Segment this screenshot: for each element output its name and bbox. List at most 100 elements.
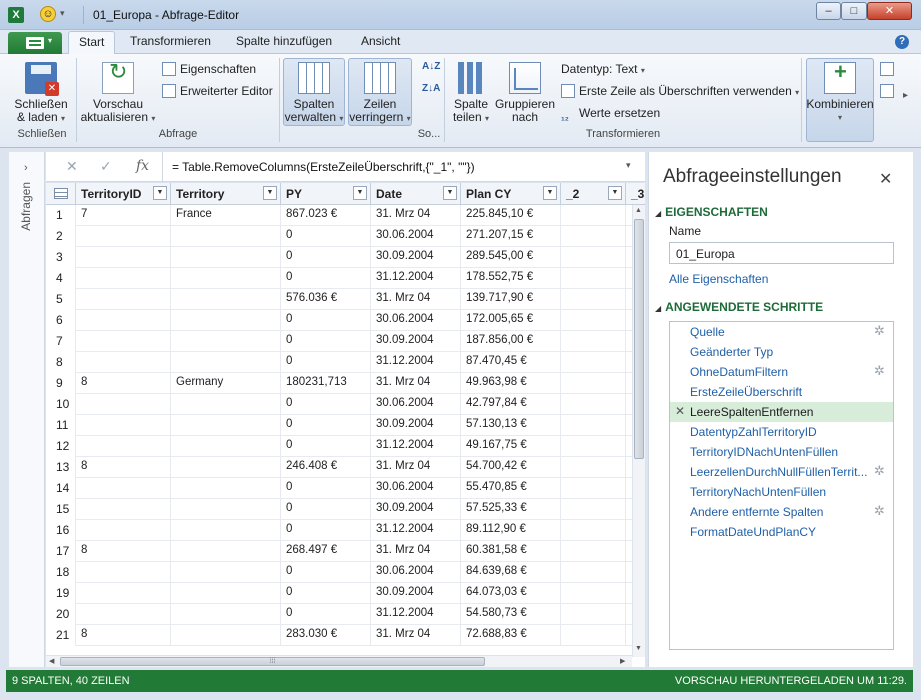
applied-steps-section-header[interactable]: ◢ ANGEWENDETE SCHRITTE [655,300,823,314]
table-cell[interactable]: 187.856,00 € [461,331,561,352]
applied-step[interactable]: Quelle ✲ [670,322,893,342]
all-properties-link[interactable]: Alle Eigenschaften [669,272,768,286]
table-row[interactable]: 5 576.036 €31. Mrz 04 139.717,90 € [46,289,645,310]
table-cell[interactable]: 84.639,68 € [461,562,561,583]
column-header[interactable]: _3 [626,183,645,205]
table-cell[interactable]: 576.036 € [281,289,371,310]
minimize-button[interactable]: – [816,2,841,20]
table-cell[interactable]: 0 [281,604,371,625]
table-row[interactable]: 7 0 30.09.2004 187.856,00 € [46,331,645,352]
table-cell[interactable] [76,289,171,310]
table-cell[interactable] [561,457,626,478]
table-cell[interactable] [561,310,626,331]
table-cell[interactable]: 42.797,84 € [461,394,561,415]
table-cell[interactable]: 31. Mrz 04 [371,289,461,310]
table-row[interactable]: 18 0 30.06.2004 84.639,68 € [46,562,645,583]
refresh-preview-button[interactable]: Vorschau aktualisieren ▾ [80,62,156,125]
close-and-load-button[interactable]: ✕ Schließen & laden ▾ [12,62,70,125]
table-row[interactable]: 12 0 31.12.2004 49.167,75 € [46,436,645,457]
table-cell[interactable]: 30.09.2004 [371,583,461,604]
chevron-down-icon[interactable]: ▾ [626,160,631,171]
table-cell[interactable] [561,499,626,520]
table-cell[interactable] [561,268,626,289]
table-cell[interactable]: 0 [281,520,371,541]
confirm-formula-icon[interactable]: ✓ [100,158,112,175]
column-header[interactable]: _2 ▼ [561,183,626,205]
table-cell[interactable]: 87.470,45 € [461,352,561,373]
table-cell[interactable]: 30.06.2004 [371,478,461,499]
applied-step[interactable]: Andere entfernte Spalten ✲ [670,502,893,522]
table-cell[interactable] [171,268,281,289]
horizontal-scrollbar[interactable]: ◀ ⁞⁞⁞ ▶ [46,655,632,667]
table-cell[interactable]: 246.408 € [281,457,371,478]
scroll-up-icon[interactable]: ▲ [635,207,642,214]
table-cell[interactable] [561,562,626,583]
applied-step[interactable]: OhneDatumFiltern ✲ [670,362,893,382]
table-cell[interactable] [171,415,281,436]
table-cell[interactable]: 31. Mrz 04 [371,205,461,226]
table-cell[interactable] [561,331,626,352]
table-cell[interactable]: 867.023 € [281,205,371,226]
table-cell[interactable] [171,289,281,310]
table-row[interactable]: 17 8 268.497 €31. Mrz 04 60.381,58 € [46,541,645,562]
table-cell[interactable]: 0 [281,352,371,373]
filter-dropdown-icon[interactable]: ▼ [443,186,457,200]
table-cell[interactable] [171,583,281,604]
file-menu-button[interactable]: ▾ [8,32,62,54]
table-cell[interactable]: 30.06.2004 [371,562,461,583]
manage-columns-button[interactable]: Spalten verwalten ▾ [283,62,345,125]
table-row[interactable]: 9 8 Germany 180231,713 31. Mrz 04 49.963,98 € [46,373,645,394]
table-cell[interactable] [561,373,626,394]
help-icon[interactable]: ? [895,35,909,49]
table-cell[interactable]: 49.167,75 € [461,436,561,457]
table-cell[interactable] [561,205,626,226]
table-cell[interactable]: 0 [281,415,371,436]
table-cell[interactable]: 139.717,90 € [461,289,561,310]
table-row[interactable]: 20 0 31.12.2004 54.580,73 € [46,604,645,625]
table-cell[interactable]: 54.700,42 € [461,457,561,478]
table-cell[interactable]: 60.381,58 € [461,541,561,562]
applied-step[interactable]: Geänderter Typ [670,342,893,362]
table-cell[interactable]: 8 [76,373,171,394]
first-row-headers-button[interactable]: Erste Zeile als Überschriften verwenden … [561,84,799,98]
combine-button[interactable]: Kombinieren ▾ [806,62,874,124]
table-row[interactable]: 6 0 30.06.2004 172.005,65 € [46,310,645,331]
table-cell[interactable]: 30.06.2004 [371,394,461,415]
applied-step[interactable]: ErsteZeileÜberschrift [670,382,893,402]
table-cell[interactable]: 283.030 € [281,625,371,646]
table-cell[interactable]: 8 [76,541,171,562]
gear-icon[interactable]: ✲ [874,503,885,519]
table-cell[interactable] [171,247,281,268]
tab-transformieren[interactable]: Transformieren [130,34,211,48]
table-row[interactable]: 16 0 31.12.2004 89.112,90 € [46,520,645,541]
table-cell[interactable] [171,436,281,457]
table-row[interactable]: 10 0 30.06.2004 42.797,84 € [46,394,645,415]
filter-dropdown-icon[interactable]: ▼ [263,186,277,200]
close-window-button[interactable]: ✕ [867,2,912,20]
table-cell[interactable]: 7 [76,205,171,226]
expand-nav-icon[interactable]: › [24,162,28,174]
table-cell[interactable] [561,352,626,373]
table-cell[interactable] [561,583,626,604]
table-cell[interactable] [76,394,171,415]
fx-icon[interactable]: fx [136,158,149,174]
formula-input[interactable]: = Table.RemoveColumns(ErsteZeileÜberschr… [172,160,475,174]
table-cell[interactable] [76,499,171,520]
table-cell[interactable]: 30.06.2004 [371,226,461,247]
filter-dropdown-icon[interactable]: ▼ [153,186,167,200]
table-cell[interactable]: France [171,205,281,226]
table-cell[interactable]: 31.12.2004 [371,268,461,289]
table-cell[interactable]: 225.845,10 € [461,205,561,226]
table-cell[interactable] [171,520,281,541]
horizontal-scroll-thumb[interactable]: ⁞⁞⁞ [60,657,485,666]
table-cell[interactable] [561,478,626,499]
gear-icon[interactable]: ✲ [874,323,885,339]
table-row[interactable]: 4 0 31.12.2004 178.552,75 € [46,268,645,289]
ribbon-scroll-right-icon[interactable]: ▸ [903,90,908,101]
properties-section-header[interactable]: ◢ EIGENSCHAFTEN [655,205,768,219]
table-cell[interactable] [76,352,171,373]
column-header[interactable]: Plan CY ▼ [461,183,561,205]
reduce-rows-button[interactable]: Zeilen verringern ▾ [348,62,412,125]
table-row[interactable]: 3 0 30.09.2004 289.545,00 € [46,247,645,268]
scroll-right-icon[interactable]: ▶ [620,657,625,665]
